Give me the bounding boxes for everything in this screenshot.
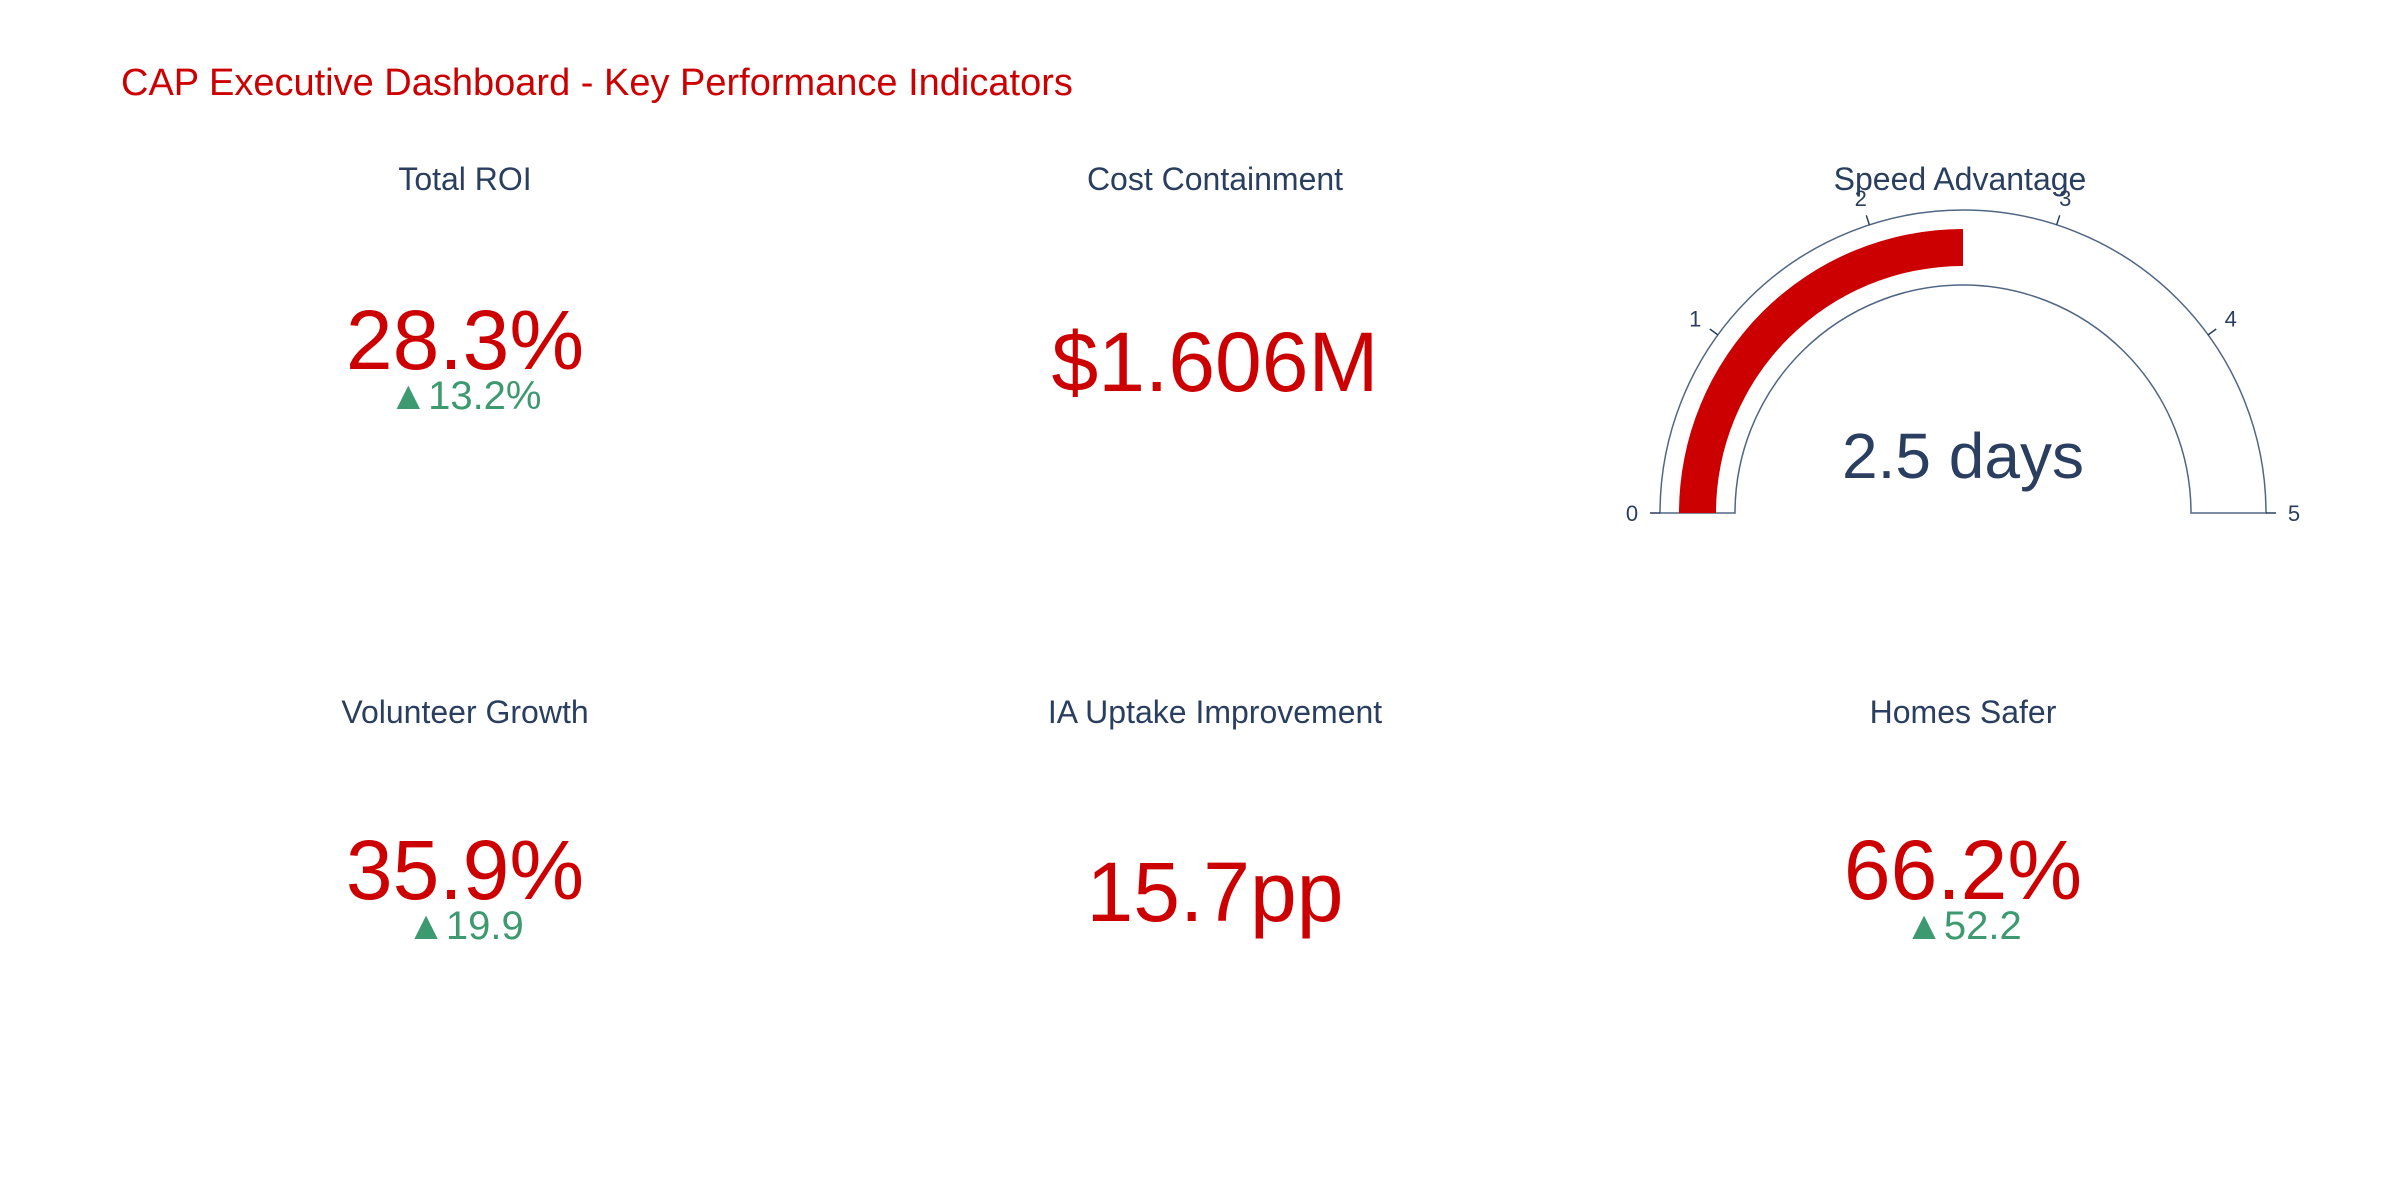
kpi-value: 66.2% [1843, 823, 2083, 917]
gauge-tick [2055, 215, 2061, 226]
gauge-tick [1709, 328, 1719, 336]
delta-value: 52.2 [1943, 904, 2022, 948]
kpi-delta: ▲19.9 [185, 906, 745, 946]
gauge-tick-label: 5 [2288, 501, 2300, 526]
gauge-value: 2.5 days [1842, 420, 2084, 492]
gauge-tick-label: 2 [1855, 186, 1867, 211]
gauge-tick [1865, 215, 1871, 226]
kpi-title: Total ROI [398, 161, 532, 197]
kpi-title: IA Uptake Improvement [1047, 694, 1383, 730]
gauge-tick-label: 0 [1626, 501, 1638, 526]
delta-up-arrow-icon: ▲ [406, 904, 446, 948]
gauge-tick-label: 3 [2059, 186, 2071, 211]
kpi-value: 35.9% [345, 823, 585, 917]
kpi-value: 28.3% [345, 293, 585, 387]
gauge-tick-label: 4 [2225, 306, 2237, 331]
kpi-value: $1.606M [1051, 315, 1379, 409]
kpi-delta: ▲52.2 [1683, 906, 2243, 946]
delta-value: 19.9 [445, 904, 524, 948]
delta-up-arrow-icon: ▲ [1904, 904, 1944, 948]
speed-advantage-gauge: 0 1 2 3 4 5 2.5 days [1626, 186, 2300, 526]
kpi-title: Volunteer Growth [341, 694, 589, 730]
kpi-value: 15.7pp [1086, 845, 1344, 939]
dashboard-title: CAP Executive Dashboard - Key Performanc… [121, 62, 1073, 104]
delta-up-arrow-icon: ▲ [388, 374, 429, 418]
gauge-tick-label: 1 [1689, 306, 1701, 331]
kpi-title: Cost Containment [1086, 161, 1344, 197]
kpi-title: Homes Safer [1869, 694, 2057, 730]
delta-value: 13.2% [428, 374, 542, 418]
gauge-tick [2207, 328, 2217, 336]
kpi-delta: ▲13.2% [185, 376, 745, 416]
